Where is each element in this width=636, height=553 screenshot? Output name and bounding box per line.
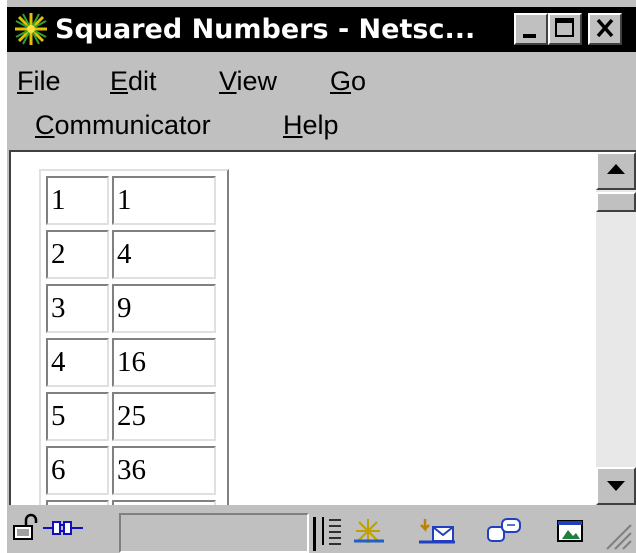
scroll-down-button[interactable] [596,467,636,505]
status-progress-panel [119,513,309,553]
squares-table: 1 1 2 4 3 9 4 16 5 25 6 36 [39,169,229,505]
scroll-down-arrow-icon [607,481,625,491]
mail-icon[interactable] [417,517,457,545]
discussion-icon[interactable] [485,517,525,545]
number-cell: 4 [46,338,109,387]
menu-bar-row-2: Communicator Help [7,103,636,147]
square-cell: 1 [112,176,216,225]
scroll-up-button[interactable] [596,152,636,190]
navigator-icon[interactable] [352,517,386,545]
number-cell: 2 [46,230,109,279]
page-content: 1 1 2 4 3 9 4 16 5 25 6 36 [9,150,636,505]
square-cell: 16 [112,338,216,387]
browser-window: Squared Numbers - Netsc... File Edit Vie… [7,0,636,553]
close-button[interactable] [588,13,622,45]
number-cell: 3 [46,284,109,333]
close-icon [596,18,614,38]
maximize-button[interactable] [548,13,582,45]
number-cell: 1 [46,176,109,225]
number-cell: 5 [46,392,109,441]
square-cell: 25 [112,392,216,441]
status-bar [7,505,636,553]
maximize-icon [555,18,574,37]
square-cell: 36 [112,446,216,495]
netscape-logo-icon [13,11,49,47]
minimize-icon [523,34,536,38]
square-cell: 4 [112,230,216,279]
square-cell: 9 [112,284,216,333]
menu-edit[interactable]: Edit [110,66,157,96]
scroll-up-arrow-icon [607,164,625,174]
connection-plug-icon [43,521,83,535]
toolbar-divider [313,517,316,551]
composer-icon[interactable] [554,517,588,545]
menu-go[interactable]: Go [330,66,366,96]
minimize-button[interactable] [514,13,548,45]
resize-grip-icon[interactable] [603,521,633,551]
number-cell: 6 [46,446,109,495]
window-title: Squared Numbers - Netsc... [55,14,476,45]
menu-file[interactable]: File [17,66,61,96]
vertical-scrollbar[interactable] [596,152,636,505]
scroll-thumb[interactable] [596,192,636,212]
security-lock-icon[interactable] [11,513,41,543]
menu-view[interactable]: View [219,66,277,96]
title-bar[interactable]: Squared Numbers - Netsc... [7,7,636,52]
menu-bar-row-1: File Edit View Go [7,59,636,103]
component-bar-grip-icon[interactable] [321,515,343,547]
menu-communicator[interactable]: Communicator [35,110,211,140]
menu-help[interactable]: Help [283,110,339,140]
